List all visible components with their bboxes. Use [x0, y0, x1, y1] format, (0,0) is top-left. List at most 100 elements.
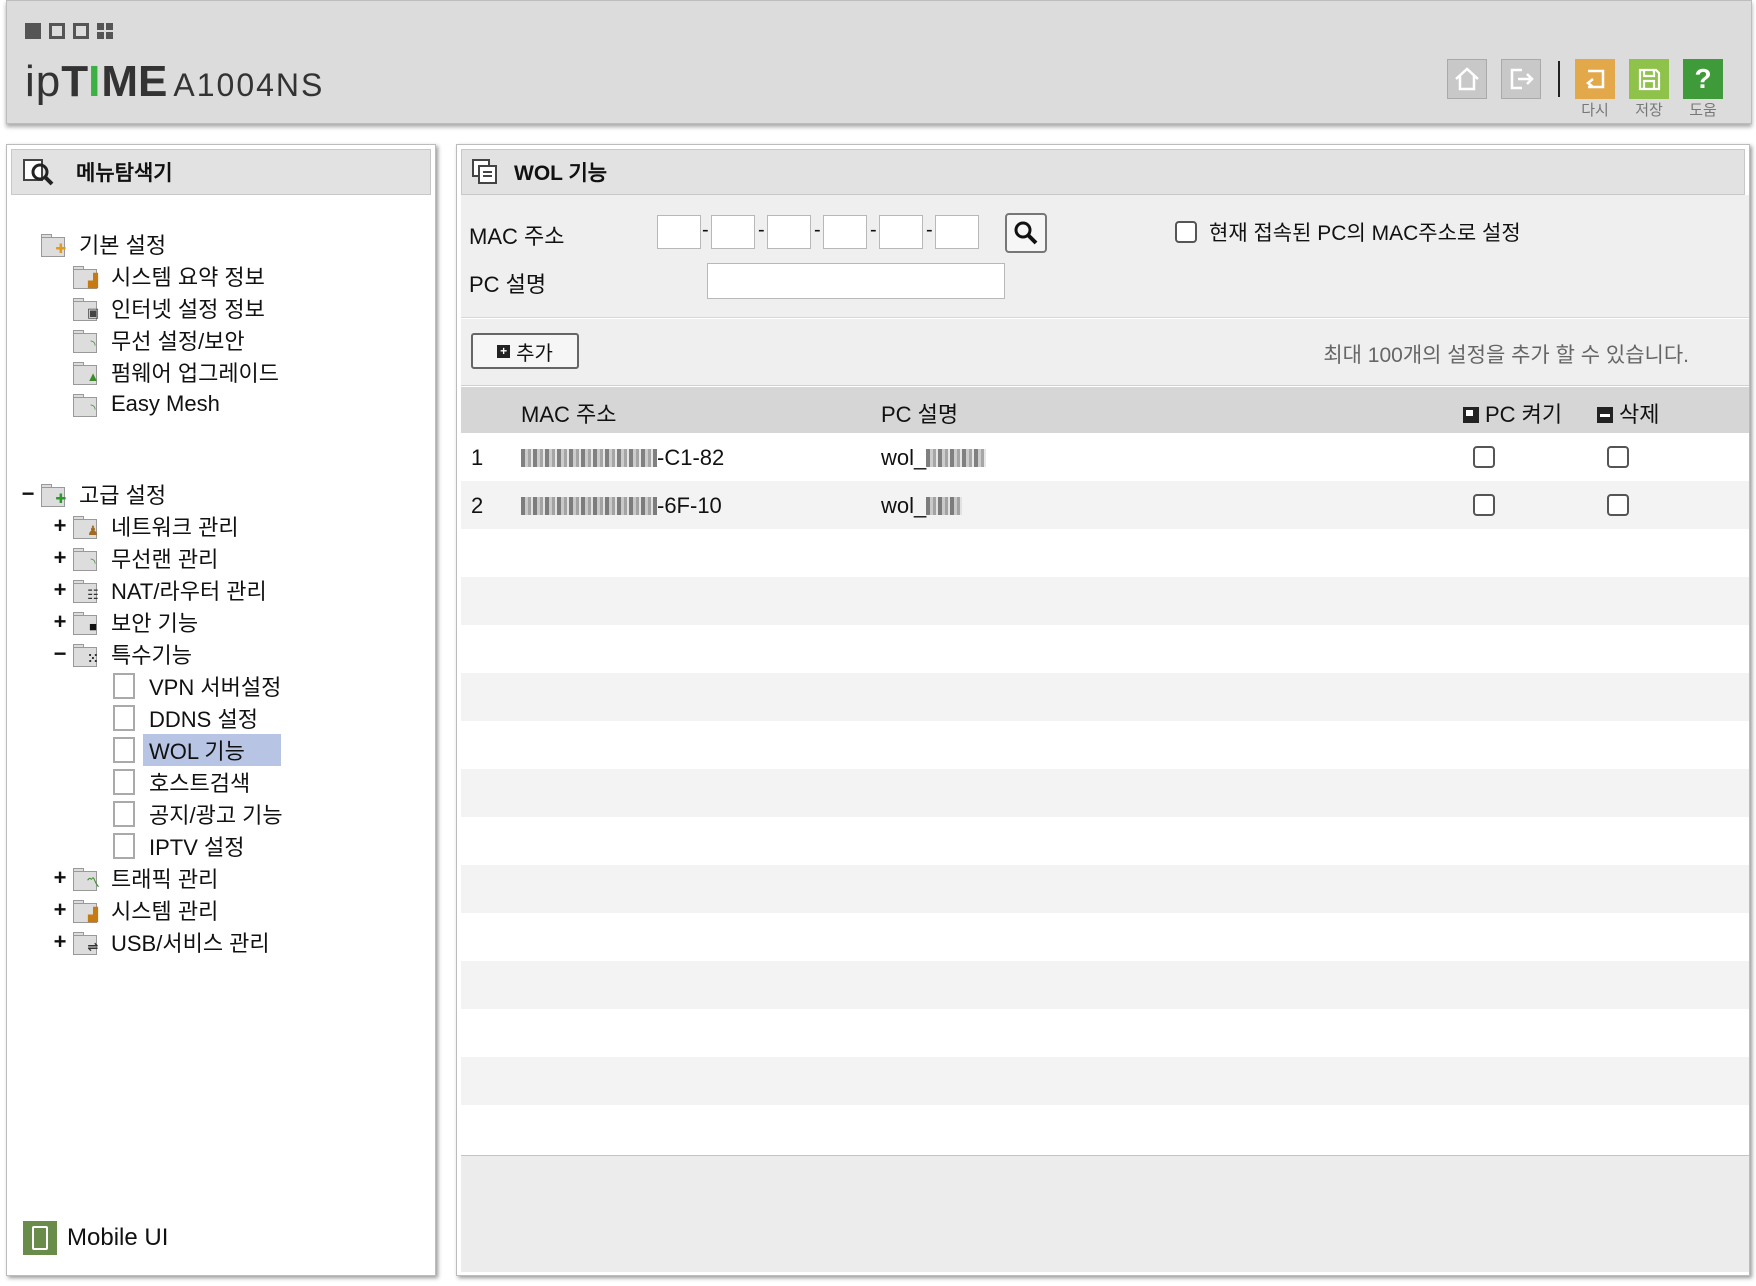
row-number: 1: [471, 445, 484, 470]
row-mac: -6F-10: [521, 493, 722, 519]
tree-item-system[interactable]: + ▟ 시스템 관리: [49, 895, 219, 925]
column-power[interactable]: PC 켜기: [1463, 397, 1562, 429]
expand-toggle[interactable]: +: [53, 929, 67, 955]
delete-checkbox[interactable]: [1607, 446, 1629, 468]
dash: -: [758, 219, 765, 241]
tree-item-network[interactable]: + ♟ 네트워크 관리: [49, 511, 239, 541]
table-header: MAC 주소 PC 설명 PC 켜기 삭제: [461, 387, 1749, 433]
mac-octet-4[interactable]: [823, 215, 867, 249]
tree-item-internet-info[interactable]: ▣ 인터넷 설정 정보: [73, 293, 265, 323]
page-icon: [113, 801, 135, 827]
wol-panel-header: WOL 기능: [461, 149, 1745, 195]
special-icon: ⁙: [73, 641, 103, 667]
usb-icon: ⇌: [73, 929, 103, 955]
wifi-icon: ◝: [73, 391, 103, 417]
expand-toggle[interactable]: +: [53, 897, 67, 923]
mac-label: MAC 주소: [469, 224, 565, 249]
wol-form: MAC 주소 - - - - - 현재 접속된 PC의 MAC주소로 설정 PC…: [461, 195, 1749, 318]
logout-icon: [1510, 68, 1534, 90]
delete-checkbox[interactable]: [1607, 494, 1629, 516]
logout-button[interactable]: [1501, 59, 1541, 99]
top-header: ipTIME A1004NS ? 다시 저장 도움: [6, 0, 1752, 124]
mobile-ui-link[interactable]: Mobile UI: [23, 1221, 168, 1255]
tree-basic-settings[interactable]: ✚ 기본 설정: [41, 229, 166, 259]
dash: -: [870, 219, 877, 241]
expand-toggle[interactable]: +: [53, 865, 67, 891]
menu-explorer-panel: 메뉴탐색기 ✚ 기본 설정 ▟ 시스템 요약 정보 ▣ 인터넷 설정 정보 ◝ …: [6, 144, 436, 1276]
empty-row: [461, 577, 1749, 625]
expand-toggle[interactable]: +: [53, 609, 67, 635]
tree-item-iptv[interactable]: IPTV 설정: [113, 831, 245, 861]
page-icon: [113, 705, 135, 731]
add-button[interactable]: + 추가: [471, 333, 579, 369]
mac-octet-6[interactable]: [935, 215, 979, 249]
lock-icon: ■: [73, 609, 103, 635]
tree-item-vpn[interactable]: VPN 서버설정: [113, 671, 281, 701]
tree-item-special[interactable]: − ⁙ 특수기능: [49, 639, 192, 669]
save-button[interactable]: [1629, 59, 1669, 99]
tree-item-notice-ads[interactable]: 공지/광고 기능: [113, 799, 283, 829]
power-on-checkbox[interactable]: [1473, 446, 1495, 468]
network-icon: ♟: [73, 513, 103, 539]
tree-item-wlan[interactable]: + ◝ 무선랜 관리: [49, 543, 219, 573]
mac-octet-1[interactable]: [657, 215, 701, 249]
chart-icon: ▟: [73, 263, 103, 289]
empty-row: [461, 865, 1749, 913]
tree-item-wol[interactable]: WOL 기능: [113, 734, 281, 766]
column-delete[interactable]: 삭제: [1597, 397, 1659, 429]
current-pc-checkbox[interactable]: [1175, 221, 1197, 243]
tree-item-host-search[interactable]: 호스트검색: [113, 767, 250, 797]
row-desc: wol_: [881, 445, 987, 471]
row-number: 2: [471, 493, 484, 518]
tree-item-security[interactable]: + ■ 보안 기능: [49, 607, 199, 637]
menu-explorer-header: 메뉴탐색기: [11, 149, 431, 195]
tree-item-nat-router[interactable]: + ☷ NAT/라우터 관리: [49, 575, 267, 605]
collapse-toggle[interactable]: −: [53, 641, 67, 667]
model-name: A1004NS: [173, 67, 325, 103]
power-on-checkbox[interactable]: [1473, 494, 1495, 516]
mac-octet-2[interactable]: [711, 215, 755, 249]
page-title: WOL 기능: [514, 162, 608, 185]
empty-row: [461, 769, 1749, 817]
empty-row: [461, 1009, 1749, 1057]
dash: -: [814, 219, 821, 241]
row-mac: -C1-82: [521, 445, 724, 471]
save-icon: [1638, 68, 1661, 91]
empty-row: [461, 1057, 1749, 1105]
expand-toggle[interactable]: +: [53, 513, 67, 539]
tree-item-usb-service[interactable]: + ⇌ USB/서비스 관리: [49, 927, 270, 957]
folder-icon: ✚: [41, 231, 71, 257]
empty-row: [461, 913, 1749, 961]
empty-row: [461, 529, 1749, 577]
tree-item-ddns[interactable]: DDNS 설정: [113, 703, 258, 733]
tree-item-easy-mesh[interactable]: ◝ Easy Mesh: [73, 389, 220, 419]
traffic-icon: 〽: [73, 865, 103, 891]
tree-item-firmware-upgrade[interactable]: ▲ 펌웨어 업그레이드: [73, 357, 279, 387]
expand-toggle[interactable]: +: [53, 545, 67, 571]
tree-item-system-summary[interactable]: ▟ 시스템 요약 정보: [73, 261, 265, 291]
wol-table: 1 -C1-82 wol_ 2 -6F-10 wol_: [461, 433, 1749, 1153]
page-icon: [113, 737, 135, 763]
tree-item-traffic[interactable]: + 〽 트래픽 관리: [49, 863, 219, 893]
mobile-phone-icon: [23, 1221, 57, 1255]
window-icon: [472, 159, 497, 184]
tree-advanced-settings[interactable]: − ✚ 고급 설정: [17, 479, 167, 509]
add-bar: + 추가 최대 100개의 설정을 추가 할 수 있습니다.: [461, 319, 1749, 386]
home-icon: [1455, 67, 1479, 91]
mac-search-button[interactable]: [1005, 213, 1047, 253]
mac-octet-3[interactable]: [767, 215, 811, 249]
empty-row: [461, 961, 1749, 1009]
help-icon: ?: [1694, 63, 1712, 94]
undo-button[interactable]: [1575, 59, 1615, 99]
wifi-icon: ◝: [73, 327, 103, 353]
expand-toggle[interactable]: +: [53, 577, 67, 603]
home-button[interactable]: [1447, 59, 1487, 99]
mac-octet-5[interactable]: [879, 215, 923, 249]
current-pc-option[interactable]: 현재 접속된 PC의 MAC주소로 설정: [1175, 217, 1521, 247]
collapse-toggle[interactable]: −: [21, 481, 35, 507]
pc-desc-input[interactable]: [707, 263, 1005, 299]
tree-item-wireless-security[interactable]: ◝ 무선 설정/보안: [73, 325, 245, 355]
help-button[interactable]: ?: [1683, 59, 1723, 99]
help-label: 도움: [1689, 102, 1717, 119]
chart-icon: ▟: [73, 897, 103, 923]
